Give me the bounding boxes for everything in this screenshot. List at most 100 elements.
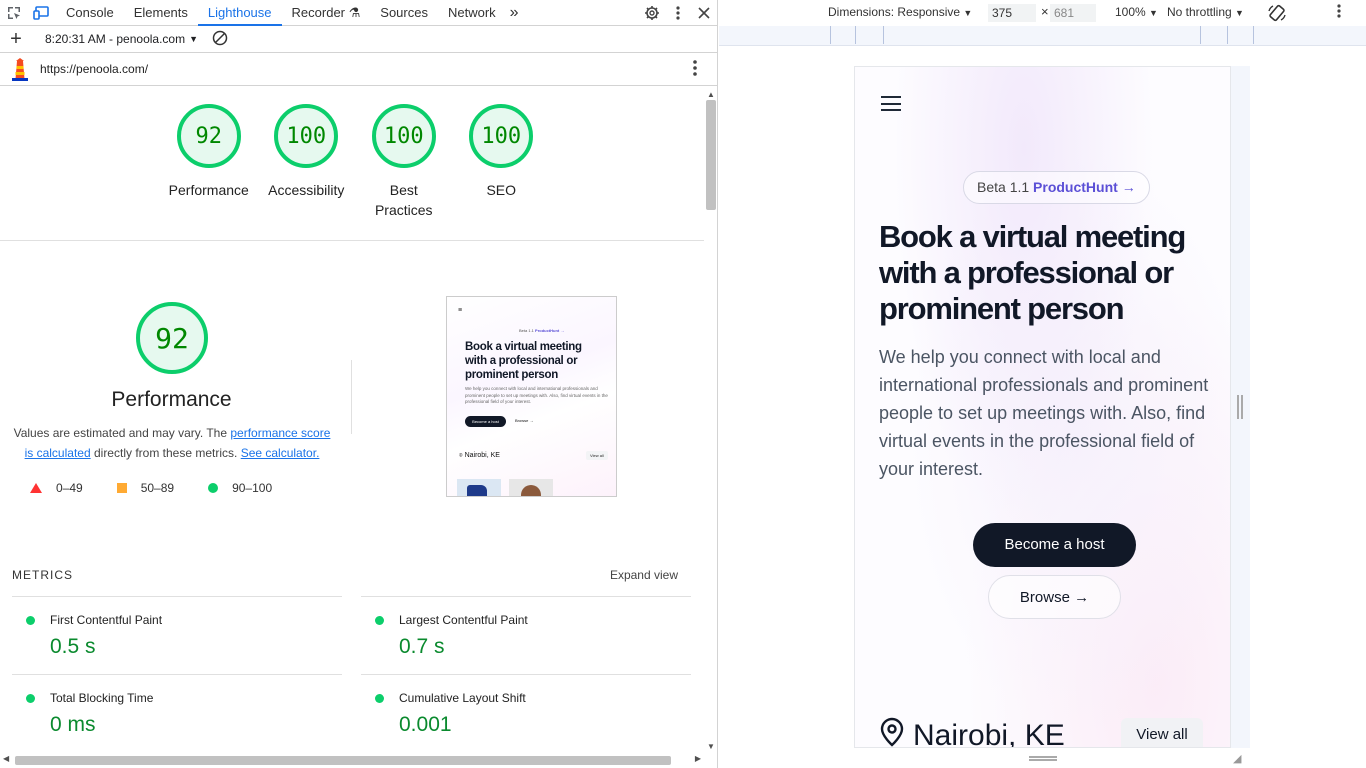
settings-gear-icon[interactable]	[639, 0, 665, 26]
scroll-right-arrow-icon[interactable]: ▶	[695, 754, 701, 763]
dimensions-dropdown[interactable]: Dimensions: Responsive ▼	[828, 5, 972, 19]
audited-url-row: https://penoola.com/	[0, 53, 717, 86]
device-toolbar: Dimensions: Responsive ▼ 375 × 681 100% …	[719, 0, 1366, 26]
thumb-card-image	[521, 485, 541, 496]
more-options-kebab-icon[interactable]	[665, 0, 691, 26]
lighthouse-logo-icon	[10, 57, 30, 81]
viewport-height-input[interactable]: 681	[1050, 4, 1096, 22]
gauge-performance[interactable]: 92 Performance	[160, 104, 258, 220]
dropdown-caret-icon: ▼	[963, 8, 973, 18]
tab-recorder[interactable]: Recorder ⚗	[282, 0, 371, 26]
gauge-label: Performance	[168, 182, 249, 198]
metric-name: Largest Contentful Paint	[399, 613, 528, 627]
gauge-label: Best Practices	[374, 182, 433, 218]
tab-lighthouse[interactable]: Lighthouse	[197, 0, 282, 26]
scroll-left-arrow-icon[interactable]: ◀	[3, 754, 9, 763]
tab-network[interactable]: Network	[438, 0, 506, 26]
location-label: Nairobi, KE	[913, 719, 1065, 748]
report-vertical-scrollbar[interactable]: ▲ ▼	[704, 88, 717, 753]
close-devtools-icon[interactable]	[691, 0, 717, 26]
see-calculator-link[interactable]: See calculator.	[241, 446, 320, 460]
metric-cls: Cumulative Layout Shift 0.001	[361, 674, 691, 752]
metric-name: Total Blocking Time	[50, 691, 154, 705]
zoom-dropdown[interactable]: 100% ▼	[1115, 5, 1158, 19]
pass-circle-icon	[26, 694, 35, 703]
thumb-beta-badge: Beta 1.1 ProductHunt →	[519, 328, 564, 333]
dropdown-caret-icon: ▼	[1149, 8, 1158, 18]
gauge-best-practices[interactable]: 100 Best Practices	[355, 104, 453, 220]
producthunt-link: ProductHunt →	[1033, 179, 1136, 195]
thumb-beta-link: ProductHunt →	[535, 328, 565, 333]
throttling-dropdown[interactable]: No throttling ▼	[1167, 5, 1244, 19]
performance-description: Values are estimated and may vary. The p…	[8, 423, 336, 463]
pass-circle-icon	[208, 483, 219, 493]
inspect-element-icon[interactable]	[0, 0, 28, 26]
beta-badge[interactable]: Beta 1.1 ProductHunt →	[963, 171, 1150, 204]
legend-fail: 0–49	[30, 481, 83, 495]
browse-button[interactable]: Browse →	[988, 575, 1121, 619]
emulated-viewport: Beta 1.1 ProductHunt → Book a virtual me…	[854, 66, 1231, 748]
scrollbar-thumb[interactable]	[706, 100, 716, 210]
report-horizontal-scrollbar[interactable]: ◀ ▶	[0, 753, 704, 767]
hamburger-menu-icon[interactable]	[881, 96, 901, 116]
scroll-down-arrow-icon[interactable]: ▼	[707, 742, 715, 751]
legend-average: 50–89	[116, 481, 175, 495]
rotate-icon[interactable]	[1267, 3, 1287, 26]
viewport-width-input[interactable]: 375	[988, 4, 1036, 22]
location-pin-icon	[879, 717, 905, 747]
thumb-beta-text: Beta 1.1	[519, 328, 534, 333]
resize-handle-bottom[interactable]	[1029, 756, 1057, 761]
location-pin-icon: ⌾	[459, 453, 463, 459]
media-query-ruler[interactable]	[719, 26, 1366, 46]
legend-pass: 90–100	[208, 481, 272, 495]
device-emulation-pane: Dimensions: Responsive ▼ 375 × 681 100% …	[719, 0, 1366, 768]
resize-corner-icon[interactable]: ◢	[1233, 752, 1241, 765]
desc-text: Values are estimated and may vary. The	[13, 426, 231, 440]
final-screenshot-thumbnail[interactable]: ≡ Beta 1.1 ProductHunt → Book a virtual …	[446, 296, 617, 497]
thumb-location: ⌾ Nairobi, KE	[459, 452, 500, 460]
tab-sources[interactable]: Sources	[370, 0, 438, 26]
gauge-accessibility[interactable]: 100 Accessibility	[258, 104, 356, 220]
expand-view-toggle[interactable]: Expand view	[610, 568, 678, 582]
dropdown-caret-icon: ▼	[1235, 8, 1244, 18]
become-host-button[interactable]: Become a host	[973, 523, 1136, 567]
resize-handle-right[interactable]	[1237, 395, 1243, 419]
thumb-browse-button: Browse →	[515, 418, 534, 423]
dimensions-label: Dimensions: Responsive	[828, 5, 961, 19]
metrics-heading: METRICS	[12, 568, 73, 582]
vertical-divider	[351, 360, 352, 434]
legend-label: 0–49	[56, 481, 83, 495]
metric-name: First Contentful Paint	[50, 613, 163, 627]
thumb-view-all: View all	[586, 451, 608, 460]
desc-text: directly from these metrics.	[90, 446, 241, 460]
divider	[0, 240, 704, 241]
legend-label: 50–89	[140, 481, 175, 495]
thumb-card	[457, 479, 501, 496]
device-more-options-icon[interactable]	[1337, 4, 1341, 21]
pass-circle-icon	[26, 616, 35, 625]
metric-name: Cumulative Layout Shift	[399, 691, 526, 705]
scrollbar-thumb[interactable]	[15, 756, 671, 765]
new-report-plus-icon[interactable]: +	[0, 28, 32, 51]
gauge-label: SEO	[486, 182, 517, 198]
metric-value: 0.001	[399, 713, 452, 736]
devtools-tabbar: Console Elements Lighthouse Recorder ⚗ S…	[0, 0, 717, 26]
tab-elements[interactable]: Elements	[124, 0, 198, 26]
clear-all-icon[interactable]	[212, 30, 228, 49]
thumb-headline: Book a virtual meeting with a profession…	[465, 341, 582, 381]
scroll-up-arrow-icon[interactable]: ▲	[707, 90, 715, 99]
hamburger-menu-icon: ≡	[458, 307, 463, 314]
device-toolbar-icon[interactable]	[28, 0, 56, 26]
performance-title: Performance	[111, 388, 232, 411]
report-time-label: 8:20:31 AM - penoola.com	[45, 32, 186, 46]
gauge-score: 92	[176, 104, 241, 168]
performance-big-score: 92	[136, 302, 208, 374]
pass-circle-icon	[375, 694, 384, 703]
gauge-seo[interactable]: 100 SEO	[453, 104, 551, 220]
more-tabs-icon[interactable]: »	[506, 0, 523, 26]
tab-console[interactable]: Console	[56, 0, 124, 26]
report-selector[interactable]: 8:20:31 AM - penoola.com ▼	[45, 32, 198, 46]
view-all-button[interactable]: View all	[1121, 718, 1203, 747]
metric-value: 0 ms	[50, 713, 96, 736]
report-menu-kebab-icon[interactable]	[693, 60, 697, 79]
